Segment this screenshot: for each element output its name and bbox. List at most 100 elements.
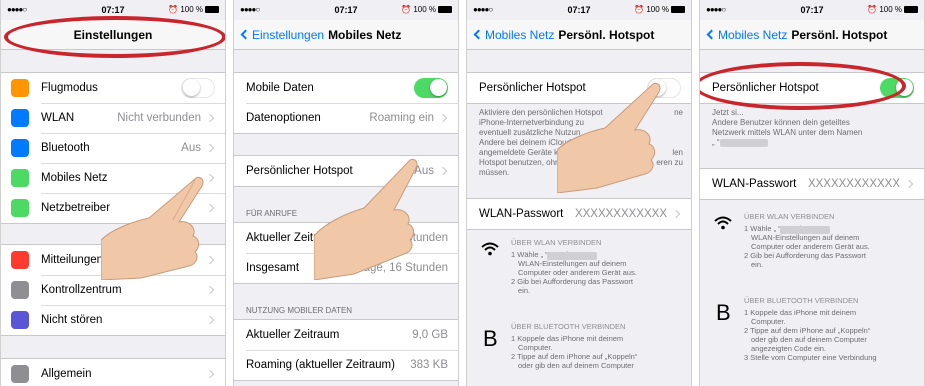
wifi-step: WLAN-Einstellungen auf deinem — [751, 233, 860, 242]
section-header-usage: NUTZUNG MOBILER DATEN — [246, 306, 353, 315]
alarm-icon: ⏰ — [401, 5, 412, 14]
moon-icon — [11, 311, 29, 329]
row-label: Allgemein — [41, 368, 92, 380]
back-label: Mobiles Netz — [718, 28, 788, 42]
wifi-icon — [11, 109, 29, 127]
page-title: Persönl. Hotspot — [791, 28, 888, 42]
alarm-icon: ⏰ — [634, 5, 645, 14]
battery-percent: 100 % — [646, 5, 669, 14]
battery-indicator: ⏰ 100 % — [634, 5, 685, 14]
row-label: Roaming (aktueller Zeitraum) — [246, 359, 395, 371]
settings-screen: ●●●●○ 07:17 ⏰ 100 % Einstellungen Flugmod… — [0, 0, 226, 386]
wifi-step: ein. — [751, 260, 764, 269]
row-label: WLAN-Passwort — [712, 178, 797, 190]
wifi-icon — [714, 216, 732, 230]
alarm-icon: ⏰ — [867, 5, 878, 14]
back-button[interactable]: Einstellungen Mobiles Netz — [240, 28, 401, 42]
row-datenoptionen[interactable]: Datenoptionen Roaming ein — [234, 103, 458, 133]
row-value: Aus — [181, 142, 201, 154]
section-header-calls: FÜR ANRUFE — [246, 209, 298, 218]
chevron-right-icon — [904, 179, 914, 189]
control-center-icon — [11, 281, 29, 299]
pointing-hand-icon — [314, 159, 418, 280]
redacted-network-name — [780, 226, 830, 234]
back-label: Einstellungen — [252, 28, 325, 42]
bt-step: 3 Stelle vom Computer eine Verbindung — [744, 353, 877, 362]
chevron-right-icon — [205, 113, 215, 123]
bluetooth-instructions-title: ÜBER BLUETOOTH VERBINDEN — [744, 296, 859, 305]
back-label: Mobiles Netz — [485, 28, 555, 42]
mobile-data-toggle[interactable] — [414, 78, 448, 98]
battery-icon — [438, 6, 452, 13]
wifi-step: Computer oder anderem Gerät aus. — [518, 268, 637, 277]
wifi-step: Computer oder anderem Gerät aus. — [751, 242, 870, 251]
antenna-icon — [11, 169, 29, 187]
row-wlan-password[interactable]: WLAN-Passwort XXXXXXXXXXXX — [467, 199, 691, 229]
row-label: Flugmodus — [41, 82, 98, 94]
bluetooth-icon — [11, 139, 29, 157]
status-bar: ●●●●○ 07:17 ⏰ 100 % — [467, 0, 691, 20]
row-usage-roaming: Roaming (aktueller Zeitraum) 383 KB — [234, 350, 458, 380]
redacted-network-name — [547, 252, 597, 260]
back-button[interactable]: Mobiles Netz Persönl. Hotspot — [706, 28, 888, 42]
row-label: Netzbetreiber — [41, 202, 111, 214]
row-label: Bluetooth — [41, 142, 90, 154]
phone-icon — [11, 199, 29, 217]
settings-row-wlan[interactable]: WLAN Nicht verbunden — [1, 103, 225, 133]
wifi-step: WLAN-Einstellungen auf deinem — [518, 259, 627, 268]
row-value: XXXXXXXXXXXX — [574, 208, 667, 220]
mobile-network-screen: ●●●●○ 07:17 ⏰ 100 % Einstellungen Mobiles … — [233, 0, 459, 386]
bluetooth-icon: B — [716, 300, 731, 325]
wlan-password-group: WLAN-Passwort XXXXXXXXXXXX — [467, 198, 691, 230]
row-wlan-password[interactable]: WLAN-Passwort XXXXXXXXXXXX — [700, 169, 924, 199]
row-value: 9,0 GB — [412, 329, 448, 341]
settings-row-nicht-storen[interactable]: Nicht stören — [1, 305, 225, 335]
chevron-left-icon — [473, 29, 484, 40]
battery-percent: 100 % — [413, 5, 436, 14]
row-label: Nicht stören — [41, 314, 103, 326]
wifi-icon — [481, 242, 499, 256]
bluetooth-instructions-title: ÜBER BLUETOOTH VERBINDEN — [511, 322, 626, 331]
chevron-right-icon — [205, 285, 215, 295]
row-mobile-daten[interactable]: Mobile Daten — [234, 73, 458, 103]
hotspot-screen-off: ●●●●○ 07:17 ⏰ 100 % Mobiles Netz Persönl. … — [466, 0, 692, 386]
battery-icon — [205, 6, 219, 13]
row-label: Aktueller Zeitra — [246, 232, 324, 244]
bt-step: 1 Koppele das iPhone mit deinem — [744, 308, 857, 317]
wifi-step: 2 Gib bei Aufforderung das Passwort — [744, 251, 867, 260]
status-bar: ●●●●○ 07:17 ⏰ 100 % — [700, 0, 924, 20]
settings-row-bluetooth[interactable]: Bluetooth Aus — [1, 133, 225, 163]
battery-indicator: ⏰ 100 % — [867, 5, 918, 14]
row-label: Aktueller Zeitraum — [246, 329, 340, 341]
back-button[interactable]: Mobiles Netz Persönl. Hotspot — [473, 28, 654, 42]
nav-bar: Mobiles Netz Persönl. Hotspot — [700, 20, 924, 50]
bt-step: 2 Tippe auf dem iPhone auf „Koppeln“ — [744, 326, 871, 335]
highlight-ellipse — [700, 62, 906, 110]
airplane-mode-toggle[interactable] — [181, 78, 215, 98]
row-value: Roaming ein — [369, 112, 434, 124]
settings-row-flugmodus[interactable]: Flugmodus — [1, 73, 225, 103]
data-group: Mobile Daten Datenoptionen Roaming ein — [234, 72, 458, 134]
pointing-hand-icon — [557, 83, 661, 193]
hotspot-screen-on: ●●●●○ 07:17 ⏰ 100 % Mobiles Netz Persönl. … — [699, 0, 925, 386]
row-label: WLAN — [41, 112, 75, 124]
status-bar: ●●●●○ 07:17 ⏰ 100 % — [234, 0, 458, 20]
gear-icon — [11, 365, 29, 383]
row-label: Datenoptionen — [246, 112, 321, 124]
wifi-instructions-title: ÜBER WLAN VERBINDEN — [511, 238, 602, 247]
chevron-right-icon — [205, 369, 215, 379]
row-value: Nicht verbunden — [117, 112, 201, 124]
airplane-icon — [11, 79, 29, 97]
nav-bar: Mobiles Netz Persönl. Hotspot — [467, 20, 691, 50]
row-value: XXXXXXXXXXXX — [807, 178, 900, 190]
wifi-instructions-title: ÜBER WLAN VERBINDEN — [744, 212, 835, 221]
nav-bar: Einstellungen Mobiles Netz — [234, 20, 458, 50]
chevron-left-icon — [240, 29, 251, 40]
pointing-hand-icon — [101, 177, 204, 280]
usage-group: Aktueller Zeitraum 9,0 GB Roaming (aktue… — [234, 319, 458, 381]
row-value: 383 KB — [410, 359, 448, 371]
bt-step: oder gib den auf deinem Computer — [751, 335, 867, 344]
chevron-right-icon — [438, 166, 448, 176]
settings-row-allgemein[interactable]: Allgemein — [1, 359, 225, 386]
bluetooth-icon: B — [483, 326, 498, 351]
